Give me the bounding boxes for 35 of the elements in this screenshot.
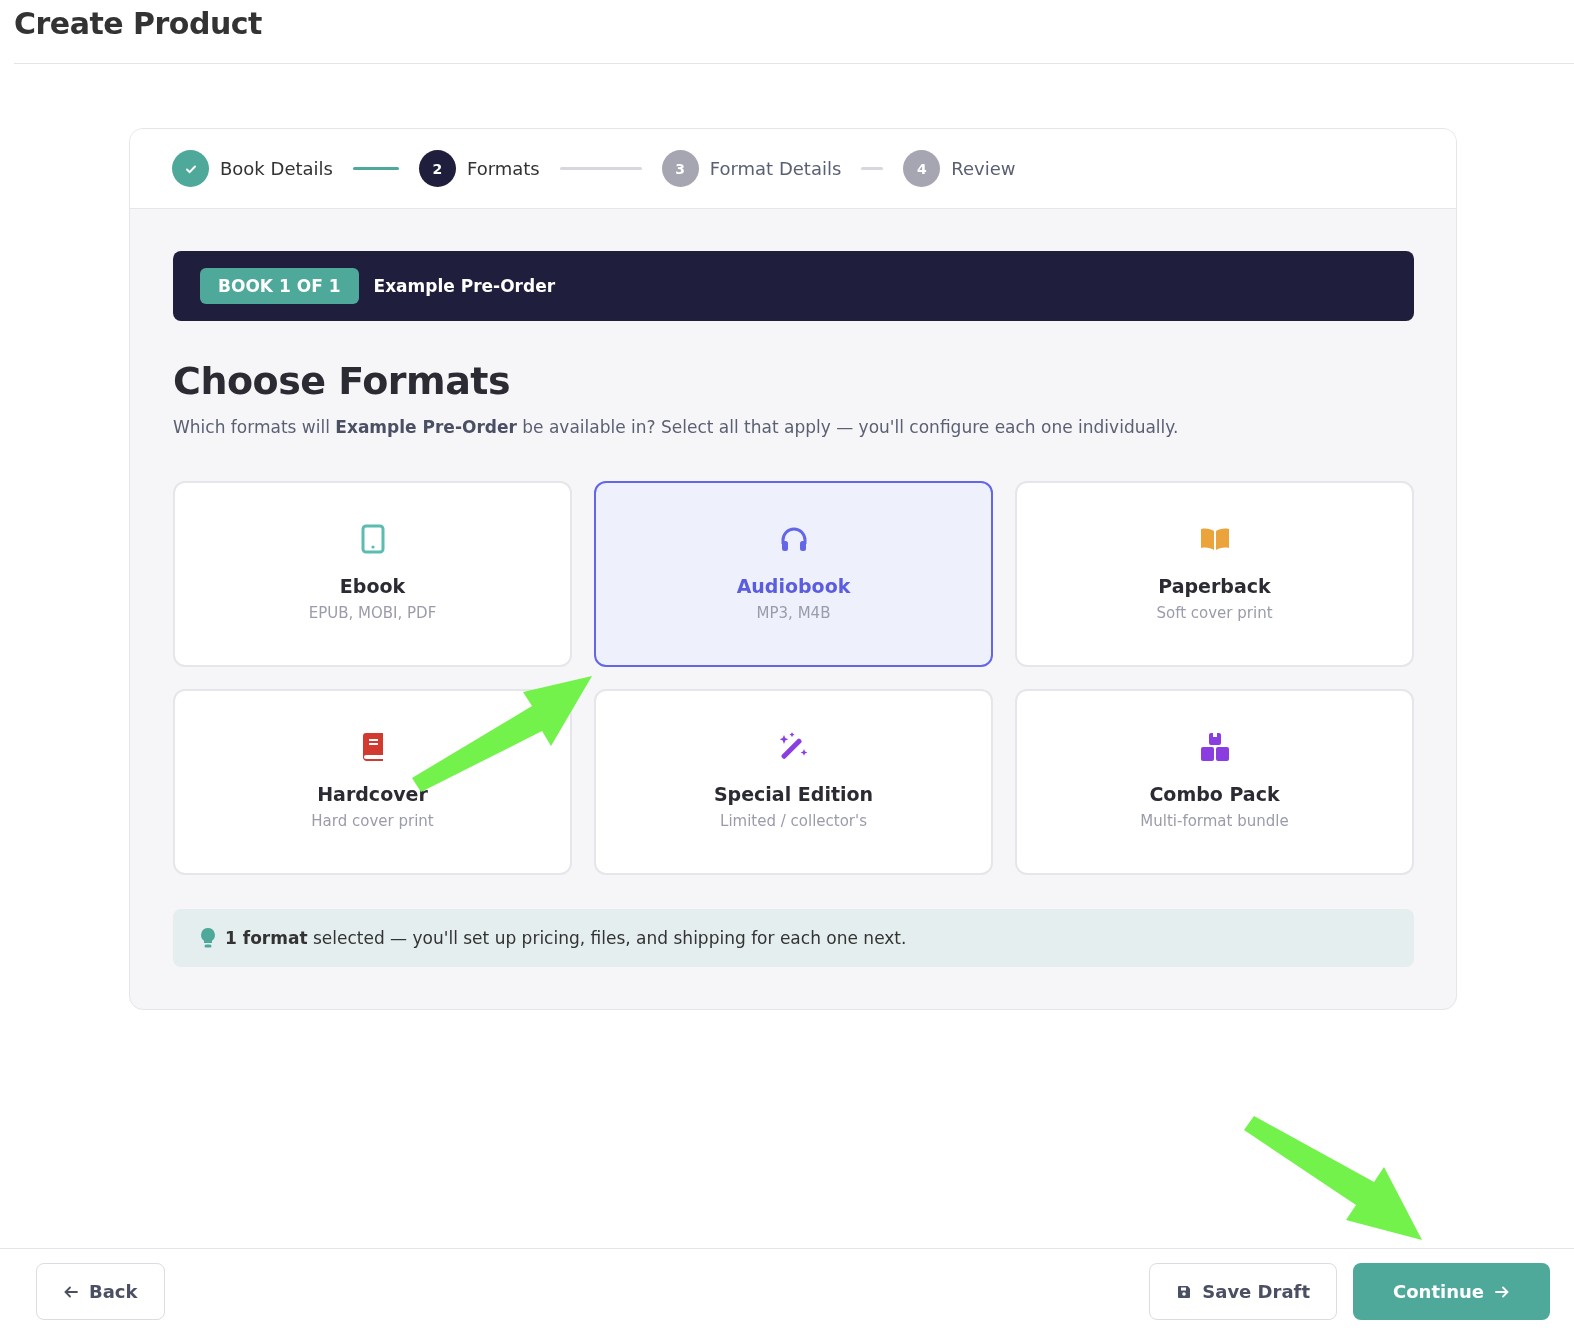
format-subtitle: Soft cover print bbox=[1156, 604, 1273, 622]
format-subtitle: Multi-format bundle bbox=[1140, 812, 1289, 830]
step-label: Formats bbox=[466, 158, 540, 179]
format-subtitle: Limited / collector's bbox=[720, 812, 867, 830]
format-subtitle: Hard cover print bbox=[311, 812, 434, 830]
format-title: Combo Pack bbox=[1149, 783, 1280, 805]
save-draft-button[interactable]: Save Draft bbox=[1149, 1263, 1337, 1320]
format-subtitle: MP3, M4B bbox=[756, 604, 831, 622]
section-heading: Choose Formats bbox=[173, 359, 512, 403]
format-title: Audiobook bbox=[736, 575, 851, 597]
lightbulb-icon bbox=[199, 927, 217, 949]
format-option[interactable]: Ebook EPUB, MOBI, PDF bbox=[173, 481, 572, 667]
step-label: Review bbox=[951, 158, 1016, 179]
format-subtitle: EPUB, MOBI, PDF bbox=[308, 604, 437, 622]
format-option[interactable]: Hardcover Hard cover print bbox=[173, 689, 572, 875]
format-title: Special Edition bbox=[713, 783, 874, 805]
format-option[interactable]: Paperback Soft cover print bbox=[1015, 481, 1414, 667]
boxes-icon bbox=[1198, 731, 1231, 763]
book-badge: BOOK 1 OF 1 bbox=[200, 268, 359, 304]
format-option[interactable]: Special Edition Limited / collector's bbox=[594, 689, 993, 875]
back-button[interactable]: Back bbox=[36, 1263, 165, 1320]
step-label: Format Details bbox=[709, 158, 842, 179]
step-label: Book Details bbox=[220, 158, 333, 179]
save-icon bbox=[1176, 1283, 1193, 1300]
format-title: Paperback bbox=[1158, 575, 1271, 597]
selection-summary: 1 format selected — you'll set up pricing, files, and shipping for each one next. bbox=[225, 928, 907, 948]
page-title: Create Product bbox=[14, 6, 1574, 64]
description: Which formats will Example Pre-Order be available in? Select all that apply — you'll configure each one individually. bbox=[173, 417, 1180, 437]
format-option[interactable]: Combo Pack Multi-format bundle bbox=[1015, 689, 1414, 875]
book-title: Example Pre-Order bbox=[373, 276, 556, 296]
format-title: Ebook bbox=[339, 575, 406, 597]
format-option[interactable]: Audiobook MP3, M4B bbox=[594, 481, 993, 667]
format-title: Hardcover bbox=[317, 783, 428, 805]
step-indicator[interactable]: 2 bbox=[418, 150, 456, 187]
step-indicator[interactable] bbox=[172, 150, 209, 187]
